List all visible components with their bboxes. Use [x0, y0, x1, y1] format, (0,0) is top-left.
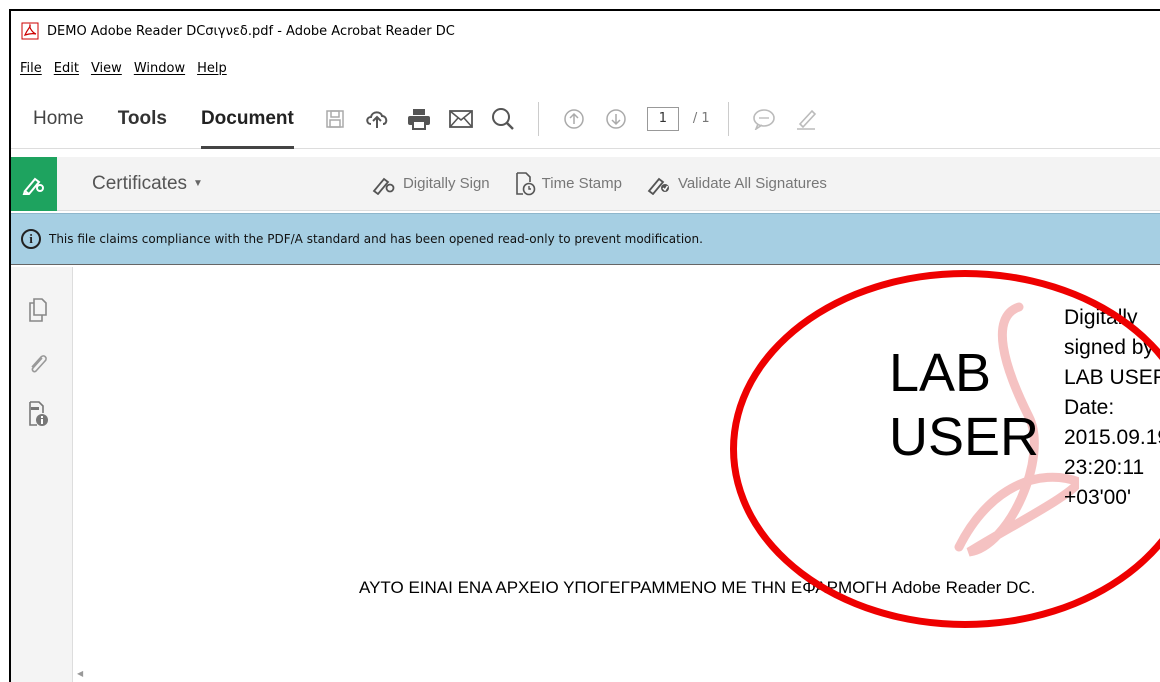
- signature-name-line: USER: [889, 407, 1040, 467]
- comment-button[interactable]: [747, 99, 781, 139]
- time-stamp-icon: [515, 171, 535, 195]
- upload-button[interactable]: [360, 99, 394, 139]
- certificates-tool-button[interactable]: [11, 156, 57, 211]
- chevron-down-icon: ▼: [193, 178, 203, 189]
- scroll-left-arrow-icon[interactable]: ◀: [77, 669, 83, 678]
- page-total: / 1: [692, 111, 710, 126]
- upload-icon: [366, 110, 388, 128]
- window-title: DEMO Adobe Reader DCσιγνεδ.pdf - Adobe A…: [47, 23, 455, 39]
- menu-file[interactable]: File: [20, 61, 42, 76]
- toolbar-separator: [537, 101, 539, 136]
- validate-signatures-button[interactable]: Validate All Signatures: [646, 173, 827, 195]
- pages-icon: [29, 298, 47, 322]
- pdfa-message: This file claims compliance with the PDF…: [49, 232, 703, 246]
- menu-window[interactable]: Window: [134, 61, 185, 76]
- signature-detail-line: signed by: [1064, 336, 1154, 359]
- menu-view[interactable]: View: [91, 61, 122, 76]
- digital-sign-icon: [372, 177, 395, 195]
- document-info-icon: [29, 401, 48, 426]
- page-down-icon: [606, 108, 626, 129]
- page-up-button[interactable]: [557, 99, 591, 139]
- print-button[interactable]: [402, 99, 436, 139]
- certificates-label: Certificates: [92, 172, 188, 194]
- signature-detail-line: LAB USER: [1064, 366, 1160, 389]
- signing-pen-icon: [22, 177, 44, 195]
- document-info-button[interactable]: [25, 401, 51, 427]
- main-toolbar: Home Tools Document 1 / 1: [11, 89, 1160, 149]
- time-stamp-button[interactable]: Time Stamp: [514, 171, 622, 196]
- tab-document[interactable]: Document: [200, 89, 294, 149]
- menu-bar: File Edit View Window Help: [11, 55, 227, 81]
- highlight-button[interactable]: [789, 99, 823, 139]
- signature-name-line: LAB: [889, 343, 992, 403]
- navigation-pane: [11, 267, 73, 682]
- validate-signatures-label: Validate All Signatures: [677, 175, 827, 192]
- signature-details[interactable]: Digitally signed by LAB USER Date: 2015.…: [1064, 303, 1160, 513]
- highlight-pen-icon: [796, 109, 816, 130]
- toolbar-separator: [727, 101, 729, 136]
- certificates-dropdown[interactable]: Certificates ▼: [92, 173, 203, 195]
- pdfa-info-bar: i This file claims compliance with the P…: [11, 213, 1160, 265]
- digitally-sign-label: Digitally Sign: [402, 175, 490, 192]
- signature-detail-line: Digitally: [1064, 306, 1138, 329]
- attachments-button[interactable]: [25, 351, 51, 377]
- signature-name: LAB USER: [889, 341, 1039, 469]
- tab-tools[interactable]: Tools: [118, 89, 167, 149]
- save-button[interactable]: [318, 99, 352, 139]
- menu-help[interactable]: Help: [197, 61, 227, 76]
- search-icon: [491, 107, 514, 130]
- document-body-text: ΑΥΤΟ ΕΙΝΑΙ ΕΝΑ ΑΡΧΕΙΟ ΥΠΟΓΕΓΡΑΜΜΕΝΟ ΜΕ Τ…: [359, 578, 1036, 597]
- tab-home[interactable]: Home: [33, 89, 84, 149]
- email-icon: [448, 109, 473, 128]
- signature-detail-line: +03'00': [1064, 486, 1131, 509]
- acrobat-window: DEMO Adobe Reader DCσιγνεδ.pdf - Adobe A…: [9, 9, 1160, 682]
- comment-icon: [752, 108, 775, 130]
- menu-edit[interactable]: Edit: [54, 61, 79, 76]
- certificates-toolbar: Certificates ▼ Digitally Sign Time Stamp: [11, 156, 1160, 211]
- pdf-file-icon: [21, 22, 39, 40]
- email-button[interactable]: [444, 99, 478, 139]
- signature-detail-line: Date:: [1064, 396, 1115, 419]
- signature-detail-line: 23:20:11: [1064, 456, 1145, 479]
- search-button[interactable]: [486, 99, 520, 139]
- page-up-icon: [564, 108, 584, 129]
- title-bar: DEMO Adobe Reader DCσιγνεδ.pdf - Adobe A…: [11, 11, 1160, 51]
- page-down-button[interactable]: [599, 99, 633, 139]
- info-icon: i: [21, 229, 41, 249]
- document-page: LAB USER Digitally signed by LAB USER Da…: [89, 267, 1160, 682]
- page-number-input[interactable]: 1: [646, 106, 679, 131]
- attachment-icon: [31, 355, 47, 373]
- time-stamp-label: Time Stamp: [541, 175, 622, 192]
- page-thumbnails-button[interactable]: [25, 297, 51, 323]
- digitally-sign-button[interactable]: Digitally Sign: [371, 173, 490, 195]
- validate-signature-icon: [647, 177, 669, 195]
- print-icon: [407, 108, 430, 130]
- save-icon: [326, 109, 344, 128]
- signature-detail-line: 2015.09.19: [1064, 426, 1160, 449]
